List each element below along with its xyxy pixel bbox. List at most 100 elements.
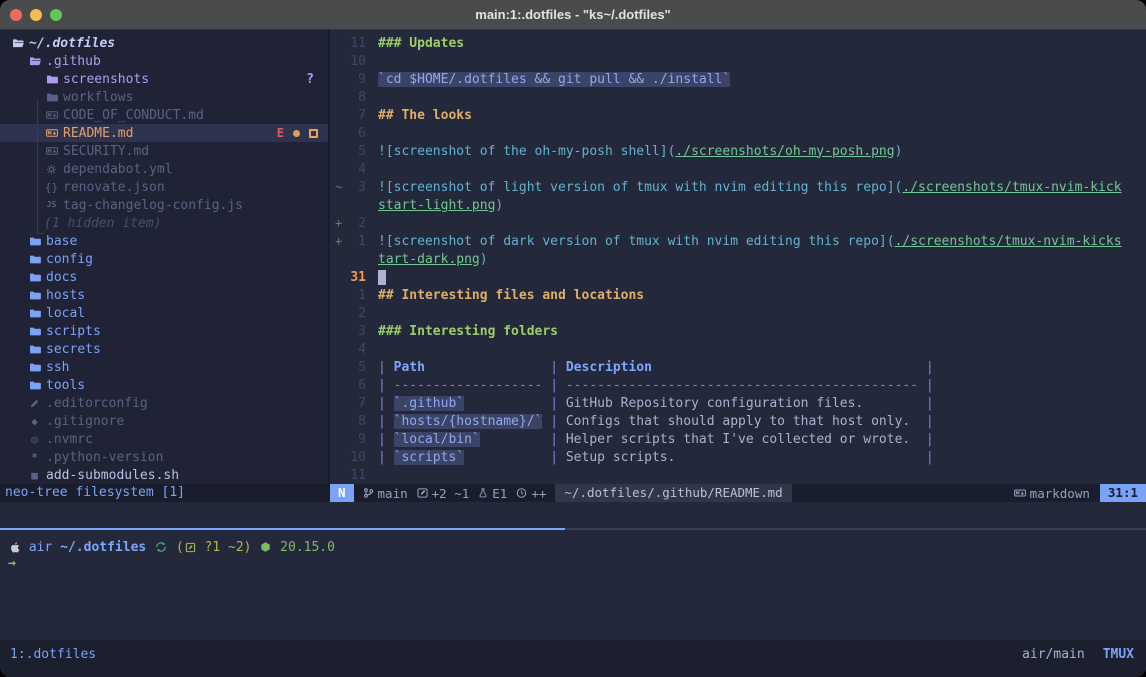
editor-line[interactable]: 9`cd $HOME/.dotfiles && git pull && ./in… — [330, 70, 1146, 88]
editor-line[interactable]: 2 — [330, 304, 1146, 322]
tree-item--.dotfiles[interactable]: ~/.dotfiles — [0, 34, 328, 52]
js-icon: JS — [44, 201, 59, 209]
file-path: ~/.dotfiles/.github/README.md — [555, 484, 791, 502]
line-text: | `.github` | GitHub Repository configur… — [366, 396, 934, 411]
file-edit-icon — [417, 487, 428, 499]
tree-item-screenshots[interactable]: screenshots? — [0, 70, 328, 88]
line-text: | `hosts/{hostname}/` | Configs that sho… — [366, 414, 934, 429]
editor-line[interactable]: 4 — [330, 340, 1146, 358]
line-text: | `local/bin` | Helper scripts that I've… — [366, 432, 934, 447]
window-title: main:1:.dotfiles - "ks~/.dotfiles" — [0, 7, 1146, 22]
editor-line[interactable]: 3### Interesting folders — [330, 322, 1146, 340]
tree-item-scripts[interactable]: scripts — [0, 322, 328, 340]
tree-item-tools[interactable]: tools — [0, 376, 328, 394]
tree-item-add-submodules.sh[interactable]: ■add-submodules.sh — [0, 466, 328, 484]
tree-item-readme.md[interactable]: README.mdE — [0, 124, 328, 142]
editor-line[interactable]: 4 — [330, 160, 1146, 178]
tree-item-tag-changelog-config.js[interactable]: JStag-changelog-config.js — [0, 196, 328, 214]
folder-open-icon — [27, 55, 42, 67]
line-number: 3 — [344, 180, 366, 195]
tree-item-.editorconfig[interactable]: .editorconfig — [0, 394, 328, 412]
unstaged-square-icon — [309, 129, 318, 138]
tree-item-label: dependabot.yml — [63, 162, 173, 177]
gitsign-empty — [330, 126, 344, 140]
editor-line[interactable]: 9| `local/bin` | Helper scripts that I'v… — [330, 430, 1146, 448]
prompt-host: air — [29, 540, 52, 555]
tree-item-hosts[interactable]: hosts — [0, 286, 328, 304]
prompt-arrow[interactable]: → — [8, 556, 1146, 574]
gitsign-empty — [330, 342, 344, 356]
editor-line[interactable]: ~3![screenshot of light version of tmux … — [330, 178, 1146, 196]
tree-item-base[interactable]: base — [0, 232, 328, 250]
tree-item-dependabot.yml[interactable]: dependabot.yml — [0, 160, 328, 178]
editor-line[interactable]: 11### Updates — [330, 34, 1146, 52]
apple-icon — [8, 541, 21, 554]
editor-line[interactable]: 5![screenshot of the oh-my-posh shell](.… — [330, 142, 1146, 160]
gitsign-empty — [330, 54, 344, 68]
gitsign-empty — [330, 396, 344, 410]
line-number: 9 — [344, 432, 366, 447]
editor-line[interactable]: start-light.png) — [330, 196, 1146, 214]
tree-item-security.md[interactable]: SECURITY.md — [0, 142, 328, 160]
git-changes-label: +2 ~1 — [432, 486, 470, 501]
gitsign-empty — [330, 432, 344, 446]
editor-line[interactable]: 5| Path | Description | — [330, 358, 1146, 376]
gitsign-empty — [330, 468, 344, 482]
editor-line[interactable]: 8| `hosts/{hostname}/` | Configs that sh… — [330, 412, 1146, 430]
tree-item-.github[interactable]: .github — [0, 52, 328, 70]
filetype-segment: markdown — [1014, 486, 1090, 501]
terminal-window: main:1:.dotfiles - "ks~/.dotfiles" ~/.do… — [0, 0, 1146, 677]
git-branch-segment: main — [363, 486, 408, 501]
editor-line[interactable]: 31 — [330, 268, 1146, 286]
gitsign-empty — [330, 72, 344, 86]
updates-label: ++ — [531, 486, 546, 501]
tree-item-local[interactable]: local — [0, 304, 328, 322]
editor-line[interactable]: 6 — [330, 124, 1146, 142]
line-number: 11 — [344, 468, 366, 483]
asterisk-icon: * — [27, 452, 42, 463]
tmux-window-item[interactable]: 1:.dotfiles — [10, 647, 96, 662]
gear-icon — [44, 164, 59, 175]
tree-item-secrets[interactable]: secrets — [0, 340, 328, 358]
tree-item-config[interactable]: config — [0, 250, 328, 268]
tree-item-label: ssh — [46, 360, 69, 375]
editor-line[interactable]: 8 — [330, 88, 1146, 106]
markdown-icon — [44, 109, 59, 121]
editor-line[interactable]: +1![screenshot of dark version of tmux w… — [330, 232, 1146, 250]
folder-closed-icon — [27, 379, 42, 391]
pen-icon — [27, 398, 42, 409]
line-text: ![screenshot of the oh-my-posh shell](./… — [366, 144, 902, 159]
editor-line[interactable]: 7## The looks — [330, 106, 1146, 124]
editor-line[interactable]: 6| ------------------- | ---------------… — [330, 376, 1146, 394]
editor-line[interactable]: 10 — [330, 52, 1146, 70]
neotree-sidebar: ~/.dotfiles.githubscreenshots?workflowsC… — [0, 30, 330, 502]
line-number: 5 — [344, 360, 366, 375]
tree-item--1-hidden-item-[interactable]: (1 hidden item) — [0, 214, 328, 232]
tmux-session: ~/.dotfiles.githubscreenshots?workflowsC… — [0, 30, 1146, 677]
tree-item-code-of-conduct.md[interactable]: CODE_OF_CONDUCT.md — [0, 106, 328, 124]
shell-pane[interactable]: air ~/.dotfiles ( ?1 ~2) 20.15.0 → — [0, 530, 1146, 640]
tree-item-workflows[interactable]: workflows — [0, 88, 328, 106]
editor-line[interactable]: 10| `scripts` | Setup scripts. | — [330, 448, 1146, 466]
editor-line[interactable]: 7| `.github` | GitHub Repository configu… — [330, 394, 1146, 412]
line-number: 5 — [344, 144, 366, 159]
tree-item-.nvmrc[interactable]: ◎.nvmrc — [0, 430, 328, 448]
tree-item-docs[interactable]: docs — [0, 268, 328, 286]
tree-item-.gitignore[interactable]: ◆.gitignore — [0, 412, 328, 430]
tree-item-ssh[interactable]: ssh — [0, 358, 328, 376]
tree-item-label: base — [46, 234, 77, 249]
text-buffer[interactable]: 11### Updates 10 9`cd $HOME/.dotfiles &&… — [330, 30, 1146, 484]
editor-line[interactable]: 1## Interesting files and locations — [330, 286, 1146, 304]
editor-line[interactable]: 11 — [330, 466, 1146, 484]
tree-item-label: docs — [46, 270, 77, 285]
editor-line[interactable]: tart-dark.png) — [330, 250, 1146, 268]
tree-item-label: local — [46, 306, 85, 321]
tree-item-renovate.json[interactable]: {}renovate.json — [0, 178, 328, 196]
editor-line[interactable]: +2 — [330, 214, 1146, 232]
gitsign-empty — [330, 36, 344, 50]
tree-item-.python-version[interactable]: *.python-version — [0, 448, 328, 466]
tree-item-label: scripts — [46, 324, 101, 339]
folder-closed-icon — [27, 235, 42, 247]
statusline-right: markdown 31:1 — [1005, 484, 1146, 502]
nvim-statusline: N main +2 ~1 E1 ++ ~/.dotfiles/.github/R… — [330, 484, 1146, 502]
